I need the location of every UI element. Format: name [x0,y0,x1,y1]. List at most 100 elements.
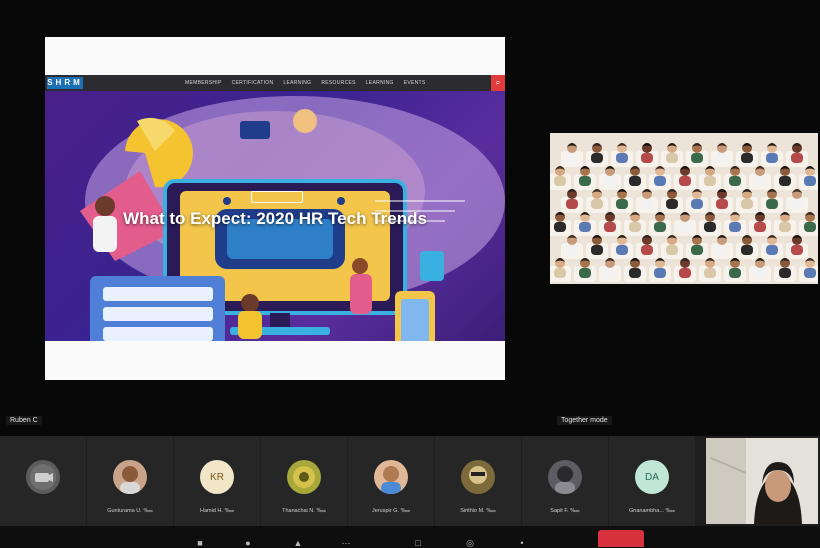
website-nav-items: MEMBERSHIP CERTIFICATION LEARNING RESOUR… [185,75,426,91]
attendee-body [679,222,691,232]
participant-name: Thanachai N. ‱ [282,508,326,514]
meeting-stage: SHRM MEMBERSHIP CERTIFICATION LEARNING R… [0,0,820,436]
avatar [287,460,321,494]
attendee-body [791,245,803,255]
attendee-body [729,222,741,232]
attendee-body [766,153,778,163]
attendee-body [629,176,641,186]
avatar [374,460,408,494]
participants-icon[interactable]: ◎ [462,539,478,548]
reactions-icon[interactable]: • [514,539,530,548]
attendee-body [629,268,641,278]
attendee-body [629,222,641,232]
attendee-body [716,199,728,209]
leave-button[interactable] [598,530,644,547]
participant-name: Sirithio M. ‱ [460,508,496,514]
attendee-body [729,268,741,278]
attendee-body [591,245,603,255]
participant-tile[interactable] [0,436,86,526]
avatar [113,460,147,494]
meeting-toolbar: ■ ● ▲ ⋯ □ ◎ • [0,526,820,548]
attendee-body [666,153,678,163]
hero-banner: What to Expect: 2020 HR Tech Trends [45,91,505,341]
attendee-body [779,176,791,186]
attendee-body [604,222,616,232]
attendee-body [779,222,791,232]
shared-screen[interactable]: SHRM MEMBERSHIP CERTIFICATION LEARNING R… [45,37,505,380]
attendee-body [604,268,616,278]
participant-tile[interactable]: Gunturama U. ‱ [87,436,173,526]
attendee-body [779,268,791,278]
participant-tile[interactable]: DA Gnanambha... ‱ [609,436,695,526]
participant-name: Jeruspir G. ‱ [372,508,410,514]
attendee-body [804,268,816,278]
participant-tile[interactable]: Jeruspir G. ‱ [348,436,434,526]
self-view-image [706,438,818,524]
attendee-body [716,245,728,255]
website-navbar: SHRM MEMBERSHIP CERTIFICATION LEARNING R… [45,75,505,91]
hero-badge [251,191,303,203]
attendee-body [704,268,716,278]
attendee-body [766,199,778,209]
avatar [461,460,495,494]
share-icon[interactable]: ▲ [290,539,306,548]
participant-name: Gunturama U. ‱ [107,508,153,514]
participant-tile[interactable]: Thanachai N. ‱ [261,436,347,526]
mic-icon[interactable]: ● [240,539,256,548]
attendee-body [566,245,578,255]
audience-seating [550,143,818,282]
attendee-body [741,199,753,209]
attendee-body [741,245,753,255]
attendee-body [616,245,628,255]
nav-item: LEARNING [365,80,394,86]
attendee-body [579,176,591,186]
participant-name: Gnanambha... ‱ [629,508,675,514]
attendee-body [641,153,653,163]
attendee-body [579,268,591,278]
attendee-body [716,153,728,163]
attendee-body [754,268,766,278]
attendee-body [766,245,778,255]
chat-icon[interactable]: □ [410,539,426,548]
attendee-body [591,199,603,209]
attendee-body [641,245,653,255]
participant-tile[interactable]: Sirithio M. ‱ [435,436,521,526]
attendee-body [804,176,816,186]
participant-name: Hamid H. ‱ [200,508,234,514]
attendee-body [679,268,691,278]
attendee-body [604,176,616,186]
attendee-body [804,222,816,232]
nav-item: MEMBERSHIP [185,80,222,86]
attendee-body [791,153,803,163]
nav-item: RESOURCES [321,80,356,86]
avatar [26,460,60,494]
attendee-body [666,245,678,255]
attendee-body [691,153,703,163]
camera-icon[interactable]: ■ [192,539,208,548]
nav-item: EVENTS [403,80,426,86]
attendee-body [641,199,653,209]
site-logo: SHRM [47,77,83,89]
camera-off-icon [30,464,56,490]
nav-item: LEARNING [283,80,312,86]
participant-tile[interactable]: KR Hamid H. ‱ [174,436,260,526]
self-view-video[interactable] [706,438,818,524]
participant-name: Sapit F. ‱ [550,508,580,514]
attendee-body [554,268,566,278]
attendee-body [691,199,703,209]
participant-tile[interactable]: Sapit F. ‱ [522,436,608,526]
more-icon[interactable]: ⋯ [338,539,354,548]
attendee-body [654,268,666,278]
attendee-body [754,176,766,186]
together-mode-label: Together mode [557,416,612,425]
nav-item: CERTIFICATION [231,80,274,86]
attendee-body [566,199,578,209]
attendee-body [566,153,578,163]
attendee-body [654,176,666,186]
attendee-body [654,222,666,232]
avatar: KR [200,460,234,494]
together-mode-gallery[interactable] [550,133,818,284]
attendee-body [691,245,703,255]
hero-title: What to Expect: 2020 HR Tech Trends [123,209,427,228]
presenter-name-label: Ruben C [6,416,42,425]
